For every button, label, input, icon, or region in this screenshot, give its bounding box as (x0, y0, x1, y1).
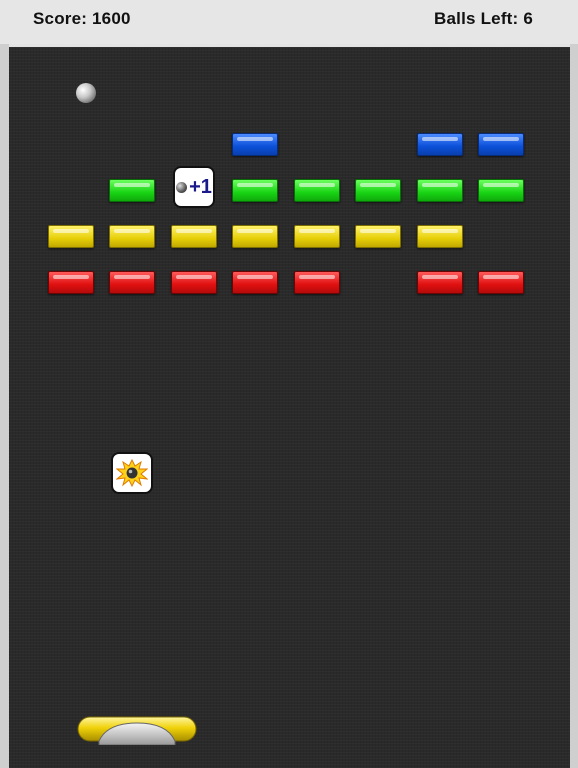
ball (76, 83, 96, 103)
yellow-brick (417, 225, 463, 248)
score-display: Score: 1600 (33, 9, 131, 28)
green-brick (417, 179, 463, 202)
red-brick (417, 271, 463, 294)
yellow-brick (232, 225, 278, 248)
hud-bar: Score: 1600 Balls Left: 6 (0, 0, 578, 44)
red-brick (478, 271, 524, 294)
yellow-brick (109, 225, 155, 248)
explosive-ball-powerup (111, 452, 153, 494)
extra-ball-powerup: +1 (173, 166, 215, 208)
yellow-brick (294, 225, 340, 248)
yellow-brick (171, 225, 217, 248)
red-brick (232, 271, 278, 294)
green-brick (478, 179, 524, 202)
green-brick (109, 179, 155, 202)
paddle[interactable] (77, 715, 197, 745)
red-brick (109, 271, 155, 294)
game-playfield[interactable]: +1 (9, 47, 570, 768)
yellow-brick (355, 225, 401, 248)
blue-brick (417, 133, 463, 156)
explosive-ball-icon (116, 459, 148, 487)
left-frame (0, 0, 9, 768)
red-brick (294, 271, 340, 294)
red-brick (48, 271, 94, 294)
balls-left-display: Balls Left: 6 (434, 9, 533, 28)
extra-ball-label: +1 (189, 175, 212, 198)
ball-plus-one-icon (176, 181, 188, 193)
green-brick (355, 179, 401, 202)
red-brick (171, 271, 217, 294)
blue-brick (232, 133, 278, 156)
yellow-brick (48, 225, 94, 248)
green-brick (232, 179, 278, 202)
right-frame (570, 0, 578, 768)
blue-brick (478, 133, 524, 156)
green-brick (294, 179, 340, 202)
